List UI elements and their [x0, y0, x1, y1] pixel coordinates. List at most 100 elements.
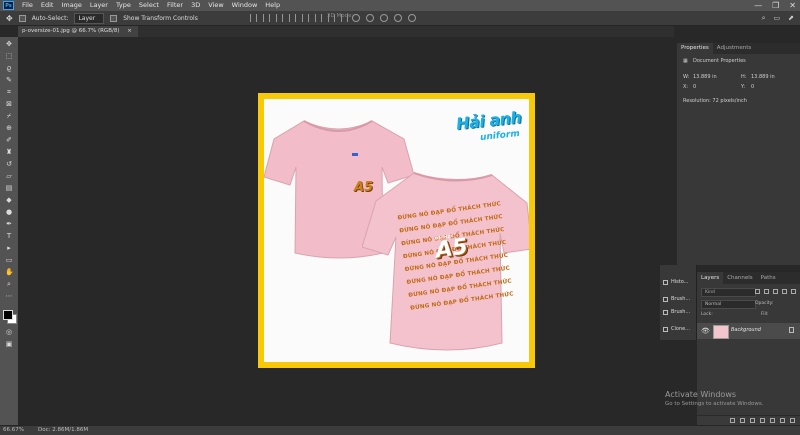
3d-slide-icon[interactable]: [394, 14, 402, 22]
share-icon[interactable]: ⬈: [788, 14, 794, 23]
foreground-color-swatch[interactable]: [3, 310, 13, 320]
workspace-icon[interactable]: ▭: [774, 14, 781, 23]
photoshop-logo[interactable]: Ps: [3, 1, 14, 10]
auto-select-target-dropdown[interactable]: Layer: [74, 12, 105, 24]
menu-layer[interactable]: Layer: [86, 0, 112, 11]
gradient-tool-icon[interactable]: ▤: [5, 185, 13, 192]
layer-row-background[interactable]: 👁 Background: [697, 323, 800, 339]
tab-adjustments[interactable]: Adjustments: [713, 43, 755, 54]
lock-icon[interactable]: [789, 327, 794, 333]
crop-tool-icon[interactable]: ⌗: [5, 89, 13, 96]
quick-mask-icon[interactable]: ◎: [5, 329, 13, 336]
new-layer-icon[interactable]: [780, 418, 785, 423]
histogram-icon: [663, 279, 668, 285]
filter-pixel-icon[interactable]: [755, 289, 760, 294]
activation-title: Activate Windows: [665, 390, 737, 399]
properties-heading: Document Properties: [693, 58, 746, 64]
menu-window[interactable]: Window: [228, 0, 262, 11]
menu-type[interactable]: Type: [112, 0, 135, 11]
menu-image[interactable]: Image: [57, 0, 85, 11]
tab-properties[interactable]: Properties: [677, 43, 713, 54]
delete-layer-icon[interactable]: [790, 418, 795, 423]
y-field[interactable]: 0: [751, 84, 754, 90]
blur-tool-icon[interactable]: ◆: [5, 197, 13, 204]
align-center-icon[interactable]: [263, 14, 270, 22]
quick-select-tool-icon[interactable]: ✎: [5, 77, 13, 84]
marquee-tool-icon[interactable]: ⬚: [5, 53, 13, 60]
clone-source-icon: [663, 326, 668, 332]
blend-mode-dropdown[interactable]: Normal: [701, 300, 756, 309]
menu-edit[interactable]: Edit: [37, 0, 58, 11]
clone-source-panel-button[interactable]: Clone...: [663, 326, 690, 332]
more-tools-icon[interactable]: ⋯: [5, 293, 13, 300]
close-icon[interactable]: ✕: [789, 0, 796, 11]
window-controls: — ❐ ✕: [754, 0, 796, 11]
layer-kind-filter[interactable]: Kind: [701, 288, 756, 297]
close-tab-icon[interactable]: ×: [127, 28, 132, 34]
layer-style-icon[interactable]: [740, 418, 745, 423]
brushes-panel-button[interactable]: Brush...: [663, 309, 690, 315]
eyedropper-tool-icon[interactable]: ⌿: [5, 113, 13, 120]
filter-type-icon[interactable]: [773, 289, 778, 294]
eraser-tool-icon[interactable]: ▱: [5, 173, 13, 180]
auto-select-checkbox[interactable]: [18, 14, 26, 22]
tab-channels[interactable]: Channels: [723, 272, 756, 284]
move-tool-icon[interactable]: ✥: [6, 14, 13, 23]
type-tool-icon[interactable]: T: [5, 233, 13, 240]
menu-view[interactable]: View: [204, 0, 227, 11]
fill-label[interactable]: Fill:: [761, 312, 769, 317]
align-bottom-icon[interactable]: [315, 14, 322, 22]
shape-tool-icon[interactable]: ▭: [5, 257, 13, 264]
zoom-tool-icon[interactable]: ⌕: [5, 281, 13, 288]
x-field[interactable]: 0: [693, 84, 696, 90]
menu-help[interactable]: Help: [261, 0, 284, 11]
dodge-tool-icon[interactable]: ●: [5, 209, 13, 216]
screen-mode-icon[interactable]: ▣: [5, 341, 13, 348]
filter-smart-icon[interactable]: [791, 289, 796, 294]
3d-roll-icon[interactable]: [366, 14, 374, 22]
3d-orbit-icon[interactable]: [352, 14, 360, 22]
menu-filter[interactable]: Filter: [163, 0, 187, 11]
opacity-label[interactable]: Opacity:: [755, 301, 774, 306]
artwork-frame[interactable]: A5 ĐỪNG NÓ ĐẠP ĐỔ THÁCH THỨC ĐỪNG NÓ ĐẠP…: [258, 93, 535, 368]
filter-shape-icon[interactable]: [782, 289, 787, 294]
adjustment-layer-icon[interactable]: [760, 418, 765, 423]
hand-tool-icon[interactable]: ✋: [5, 269, 14, 276]
restore-icon[interactable]: ❐: [772, 0, 779, 11]
align-middle-icon[interactable]: [302, 14, 309, 22]
zoom-level[interactable]: 66.67%: [3, 426, 24, 435]
transform-controls-checkbox[interactable]: [110, 14, 118, 22]
history-brush-tool-icon[interactable]: ↺: [5, 161, 13, 168]
histogram-panel-button[interactable]: Histo...: [663, 279, 688, 285]
lasso-tool-icon[interactable]: ϱ: [5, 65, 13, 72]
tab-paths[interactable]: Paths: [757, 272, 780, 284]
filter-adjustment-icon[interactable]: [764, 289, 769, 294]
tab-layers[interactable]: Layers: [697, 272, 724, 284]
height-field[interactable]: 13.889 in: [751, 74, 775, 80]
move-tool-icon[interactable]: ✥: [5, 41, 13, 48]
document-tab[interactable]: p-oversize-01.jpg @ 66.7% (RGB/8) ×: [18, 26, 138, 37]
brush-settings-panel-button[interactable]: Brush...: [663, 296, 690, 302]
visibility-eye-icon[interactable]: 👁: [701, 327, 710, 335]
link-layers-icon[interactable]: [730, 418, 735, 423]
align-left-icon[interactable]: [250, 14, 257, 22]
clone-stamp-tool-icon[interactable]: ♜: [5, 149, 13, 156]
healing-tool-icon[interactable]: ⊕: [5, 125, 13, 132]
path-select-tool-icon[interactable]: ▸: [5, 245, 13, 252]
menu-file[interactable]: File: [18, 0, 37, 11]
document-size[interactable]: Doc: 2.86M/1.86M: [38, 426, 88, 435]
minimize-icon[interactable]: —: [754, 0, 762, 11]
new-group-icon[interactable]: [770, 418, 775, 423]
frame-tool-icon[interactable]: ⊠: [5, 101, 13, 108]
width-field[interactable]: 13.889 in: [693, 74, 717, 80]
pen-tool-icon[interactable]: ✒: [5, 221, 13, 228]
align-top-icon[interactable]: [289, 14, 296, 22]
menu-3d[interactable]: 3D: [187, 0, 204, 11]
add-mask-icon[interactable]: [750, 418, 755, 423]
brush-tool-icon[interactable]: ✐: [5, 137, 13, 144]
search-icon[interactable]: ⌕: [762, 14, 766, 23]
3d-pan-icon[interactable]: [380, 14, 388, 22]
menu-select[interactable]: Select: [135, 0, 163, 11]
align-right-icon[interactable]: [276, 14, 283, 22]
3d-scale-icon[interactable]: [408, 14, 416, 22]
